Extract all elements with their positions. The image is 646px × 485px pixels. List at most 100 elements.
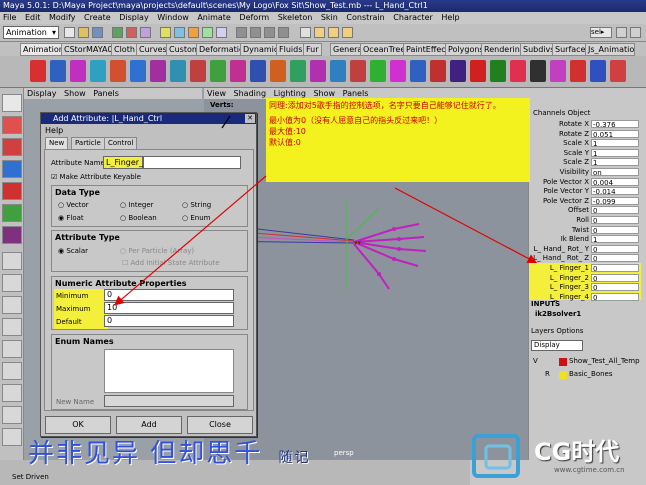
layer-color-swatch[interactable] bbox=[559, 371, 567, 379]
select-component-icon[interactable] bbox=[140, 27, 151, 38]
shelf-tab-curves[interactable]: Curves bbox=[136, 43, 170, 56]
character-icon[interactable] bbox=[290, 60, 306, 82]
radio-string[interactable]: String bbox=[182, 201, 211, 209]
radio-boolean[interactable]: Boolean bbox=[120, 214, 156, 222]
inputs-item[interactable]: ik2Bsolver1 bbox=[535, 310, 581, 318]
attribute-name-input[interactable]: L_Finger_5 bbox=[103, 156, 148, 169]
panel-menu-show[interactable]: Show bbox=[313, 89, 335, 98]
ok-button[interactable]: OK bbox=[45, 416, 111, 434]
radio-enum[interactable]: Enum bbox=[182, 214, 210, 222]
character-icon[interactable] bbox=[90, 60, 106, 82]
add-button[interactable]: Add bbox=[116, 416, 182, 434]
character-icon[interactable] bbox=[130, 60, 146, 82]
layout-persp-icon[interactable] bbox=[2, 384, 22, 402]
last-tool-icon[interactable] bbox=[2, 226, 22, 244]
character-icon[interactable] bbox=[610, 60, 626, 82]
channel-row[interactable]: Rotate Z 0.051 bbox=[529, 129, 646, 139]
menu-animate[interactable]: Animate bbox=[197, 13, 231, 22]
tab-particle[interactable]: Particle bbox=[71, 137, 105, 149]
radio-scalar[interactable]: Scalar bbox=[58, 247, 88, 255]
shelf-tab-oceantree[interactable]: OceanTree bbox=[360, 43, 409, 56]
layout-single-icon[interactable] bbox=[2, 252, 22, 270]
attribute-name-input-rest[interactable] bbox=[143, 156, 241, 169]
lasso-tool-icon[interactable] bbox=[2, 116, 22, 134]
select-hierarchy-icon[interactable] bbox=[112, 27, 123, 38]
channel-row[interactable]: L_ Finger_1 0 bbox=[529, 264, 646, 273]
channel-value[interactable]: 0 bbox=[591, 254, 639, 263]
menu-skeleton[interactable]: Skeleton bbox=[278, 13, 313, 22]
panel-menu-display[interactable]: Display bbox=[27, 89, 57, 98]
layout-script-icon[interactable] bbox=[2, 406, 22, 424]
character-icon[interactable] bbox=[550, 60, 566, 82]
character-icon[interactable] bbox=[250, 60, 266, 82]
menu-create[interactable]: Create bbox=[84, 13, 111, 22]
channel-row[interactable]: Offset 0 bbox=[529, 206, 646, 215]
character-icon[interactable] bbox=[170, 60, 186, 82]
maximum-input[interactable]: 10 bbox=[104, 302, 234, 314]
layer-color-swatch[interactable] bbox=[559, 358, 567, 366]
mask-icon[interactable] bbox=[160, 27, 171, 38]
character-icon[interactable] bbox=[430, 60, 446, 82]
panel-menu-lighting[interactable]: Lighting bbox=[274, 89, 306, 98]
channel-row[interactable]: Rotate X -0.376 bbox=[529, 120, 646, 129]
channel-row[interactable]: Scale X1 bbox=[529, 139, 646, 148]
layout-hypershade-icon[interactable] bbox=[2, 362, 22, 380]
channel-value[interactable]: 0 bbox=[591, 216, 639, 224]
render-globals-icon[interactable] bbox=[342, 27, 353, 38]
show-channel-box-icon[interactable] bbox=[616, 27, 627, 38]
default-input[interactable]: 0 bbox=[104, 315, 234, 327]
panel-menu-show[interactable]: Show bbox=[64, 89, 86, 98]
set-driven-label[interactable]: Set Driven bbox=[12, 473, 49, 481]
initial-state-checkbox[interactable]: ☐ Add Initial State Attribute bbox=[122, 259, 220, 267]
layout-graph-icon[interactable] bbox=[2, 340, 22, 358]
radio-vector[interactable]: Vector bbox=[58, 201, 88, 209]
channel-value[interactable]: 0 bbox=[591, 283, 639, 292]
character-icon[interactable] bbox=[410, 60, 426, 82]
character-icon[interactable] bbox=[150, 60, 166, 82]
channel-row[interactable]: L_ Finger_3 0 bbox=[529, 283, 646, 292]
panel-menu-panels[interactable]: Panels bbox=[343, 89, 369, 98]
menu-window[interactable]: Window bbox=[157, 13, 189, 22]
channel-row[interactable]: L_ Hand_ Rot_ Y0 bbox=[529, 244, 646, 254]
open-scene-icon[interactable] bbox=[78, 27, 89, 38]
panel-menu-view[interactable]: View bbox=[207, 89, 226, 98]
snap-curve-icon[interactable] bbox=[250, 27, 261, 38]
layout-four-icon[interactable] bbox=[2, 274, 22, 292]
channel-value[interactable]: 0 bbox=[591, 292, 639, 301]
layout-custom-icon[interactable] bbox=[2, 428, 22, 446]
render-icon[interactable] bbox=[314, 27, 325, 38]
new-name-input[interactable] bbox=[104, 395, 234, 407]
history-icon[interactable] bbox=[300, 27, 311, 38]
manipulator-tool-icon[interactable] bbox=[2, 204, 22, 222]
panel-menu-shading[interactable]: Shading bbox=[234, 89, 267, 98]
channel-value[interactable]: 1 bbox=[591, 139, 639, 148]
mask-surface-icon[interactable] bbox=[202, 27, 213, 38]
channel-row[interactable]: Visibility on bbox=[529, 168, 646, 177]
character-icon[interactable] bbox=[510, 60, 526, 82]
channel-value[interactable]: -0.014 bbox=[591, 187, 639, 196]
new-scene-icon[interactable] bbox=[64, 27, 75, 38]
mode-select[interactable]: Animation bbox=[3, 26, 59, 39]
snap-grid-icon[interactable] bbox=[236, 27, 247, 38]
character-icon[interactable] bbox=[310, 60, 326, 82]
character-icon[interactable] bbox=[50, 60, 66, 82]
menu-file[interactable]: File bbox=[3, 13, 16, 22]
tab-new[interactable]: New bbox=[45, 137, 69, 149]
character-icon[interactable] bbox=[230, 60, 246, 82]
menu-character[interactable]: Character bbox=[393, 13, 433, 22]
panel-menu-panels[interactable]: Panels bbox=[93, 89, 119, 98]
character-icon[interactable] bbox=[390, 60, 406, 82]
radio-integer[interactable]: Integer bbox=[120, 201, 153, 209]
radio-per-particle[interactable]: Per Particle (Array) bbox=[120, 247, 194, 255]
character-icon[interactable] bbox=[70, 60, 86, 82]
shelf-tab-fluids[interactable]: Fluids bbox=[276, 43, 306, 56]
layer-render-flag[interactable]: R bbox=[545, 370, 550, 378]
mask-joint-icon[interactable] bbox=[174, 27, 185, 38]
character-icon[interactable] bbox=[330, 60, 346, 82]
channel-row[interactable]: Pole Vector Y -0.014 bbox=[529, 187, 646, 196]
layer-display-select[interactable]: Display bbox=[531, 340, 583, 351]
shelf-tab-cloth[interactable]: Cloth bbox=[111, 43, 138, 56]
character-icon[interactable] bbox=[210, 60, 226, 82]
channel-row[interactable]: Scale Y1 bbox=[529, 148, 646, 158]
character-icon[interactable] bbox=[470, 60, 486, 82]
